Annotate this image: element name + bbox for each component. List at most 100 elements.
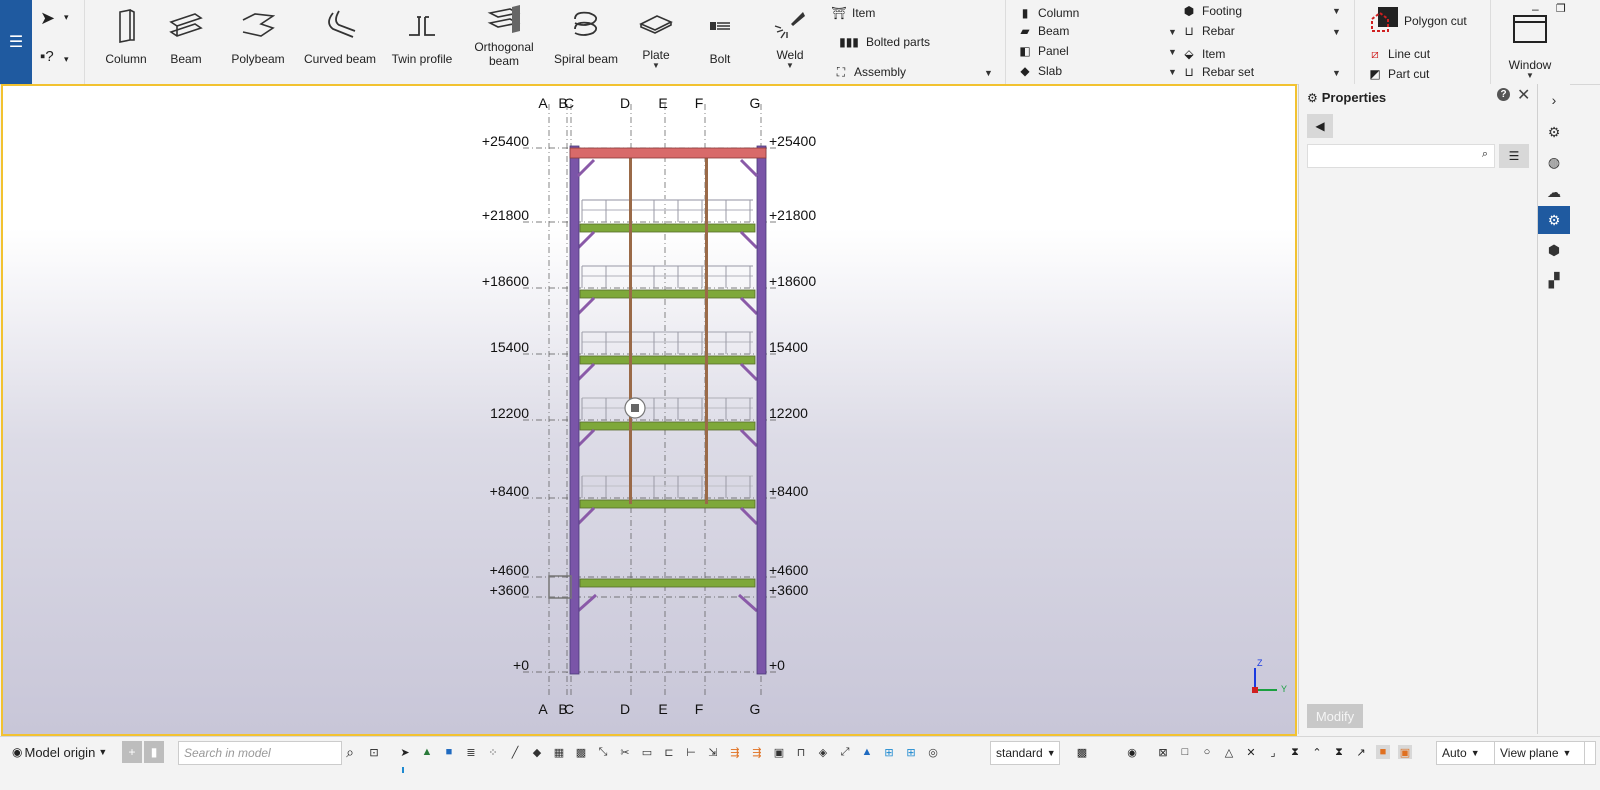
view-plane-dropdown[interactable]: View plane ▼ — [1494, 741, 1590, 765]
select-bolt-group-icon[interactable]: ⊏ — [662, 745, 676, 759]
chevron-down-icon[interactable]: ▼ — [1168, 67, 1177, 77]
part-cut-button[interactable]: ◩ Part cut — [1368, 65, 1429, 83]
snap-plane-icon[interactable]: ▣ — [1398, 745, 1412, 759]
twin-profile-button[interactable]: Twin profile — [390, 0, 454, 84]
weld-button[interactable]: Weld ▼ — [768, 0, 812, 84]
snap-line-extension-icon[interactable]: ⧗ — [1288, 745, 1302, 759]
select-points-icon[interactable]: ⁘ — [486, 745, 500, 759]
snap-free-icon[interactable]: ↗ — [1354, 745, 1368, 759]
tab-properties[interactable]: ⚙ — [1538, 206, 1570, 234]
select-grid-icon[interactable]: ▦ — [552, 745, 566, 759]
add-origin-button[interactable]: + — [122, 741, 142, 763]
line-cut-button[interactable]: ⧄ Line cut — [1368, 45, 1430, 63]
select-pour-break-icon[interactable]: ▣ — [772, 745, 786, 759]
item-button[interactable]: ⛩ Item — [831, 4, 875, 22]
concrete-beam-button[interactable]: ▰ Beam — [1018, 22, 1069, 40]
polybeam-button[interactable]: Polybeam — [230, 0, 286, 84]
snap-geometry-icon[interactable]: □ — [1178, 745, 1192, 759]
select-component-icon[interactable]: ■ — [442, 745, 456, 759]
delete-origin-button[interactable]: ▮ — [144, 741, 164, 763]
column-button[interactable]: Column — [104, 0, 148, 84]
snap-perpendicular-icon[interactable]: ⌟ — [1266, 745, 1280, 759]
snap-center-icon[interactable]: ○ — [1200, 745, 1214, 759]
curved-beam-button[interactable]: Curved beam — [304, 0, 376, 84]
select-reinforcement-icon[interactable]: ⇲ — [706, 745, 720, 759]
search-icon[interactable]: ⌕ — [343, 744, 357, 760]
select-weld-icon[interactable]: ⤡ — [596, 745, 610, 759]
modify-button[interactable]: Modify — [1307, 704, 1363, 728]
select-object-icon[interactable]: ◆ — [530, 745, 544, 759]
chevron-down-icon[interactable]: ▾ — [64, 54, 69, 65]
chevron-down-icon[interactable]: ▼ — [1332, 6, 1341, 16]
chevron-down-icon[interactable]: ▼ — [786, 62, 794, 70]
select-pour-icon[interactable]: ⇶ — [750, 745, 764, 759]
model-viewport[interactable]: A A B B C C D D E E F F G G +25400 +25400 +21800 +21800 +1… — [1, 84, 1297, 736]
properties-search-input[interactable]: ⌕ — [1307, 144, 1495, 168]
chevron-down-icon[interactable]: ▼ — [1168, 47, 1177, 57]
select-surface-icon[interactable]: ⇶ — [728, 745, 742, 759]
select-line-icon[interactable]: ╱ — [508, 745, 522, 759]
close-icon[interactable]: ✕ — [1517, 85, 1530, 105]
window-button[interactable]: Window ▼ — [1500, 0, 1560, 84]
footing-button[interactable]: ⬢ Footing — [1182, 2, 1242, 20]
select-grid-line-icon[interactable]: ▩ — [574, 745, 588, 759]
orthogonal-beam-button[interactable]: Orthogonal beam — [470, 0, 538, 84]
select-pour-object-icon[interactable]: ⊓ — [794, 745, 808, 759]
tab-settings-help[interactable]: ⚙ — [1538, 118, 1570, 146]
properties-menu-button[interactable]: ☰ — [1499, 144, 1529, 168]
structure-model[interactable]: AABBCCDDEEFFGG+25400 +25400+21800 +21800+1… — [3, 86, 1295, 734]
chevron-down-icon[interactable]: ▼ — [1332, 27, 1341, 37]
polygon-cut-button[interactable]: Polygon cut — [1366, 4, 1467, 38]
select-direction-icon[interactable]: ⤢ — [838, 745, 852, 759]
chevron-down-icon[interactable]: ▼ — [1526, 72, 1534, 80]
chevron-down-icon[interactable]: ▼ — [1332, 68, 1341, 78]
select-part-icon[interactable]: ▲ — [420, 745, 434, 759]
rebar-set-button[interactable]: ⊔ Rebar set — [1182, 63, 1254, 81]
spiral-beam-button[interactable]: Spiral beam — [554, 0, 618, 84]
standard-dropdown[interactable]: standard ▼ — [990, 741, 1060, 765]
snap-nearest-icon[interactable]: ⌃ — [1310, 745, 1324, 759]
restore-icon[interactable]: ❐ — [1556, 2, 1566, 15]
snap-reference-icon[interactable]: ⊠ — [1156, 745, 1170, 759]
select-group-icon[interactable]: ⊞ — [882, 745, 896, 759]
back-button[interactable]: ◀ — [1307, 114, 1333, 138]
slab-button[interactable]: ◆ Slab — [1018, 62, 1062, 80]
select-assembly-icon[interactable]: ≣ — [464, 745, 478, 759]
bolted-parts-button[interactable]: ▮▮▮ Bolted parts — [838, 33, 930, 51]
select-arrow-icon[interactable]: ➤ — [40, 8, 55, 29]
rebar-button[interactable]: ⊔ Rebar — [1182, 22, 1234, 40]
chevron-down-icon[interactable]: ▼ — [1168, 27, 1177, 37]
model-search-input[interactable]: Search in model — [178, 741, 342, 765]
auto-dropdown[interactable]: Auto ▼ — [1436, 741, 1498, 765]
snap-override-icon[interactable]: ■ — [1376, 745, 1390, 759]
select-plane-icon[interactable]: ◈ — [816, 745, 830, 759]
tab-applications[interactable]: ▞ — [1538, 266, 1570, 294]
more-options[interactable] — [1584, 741, 1596, 765]
select-nested-icon[interactable]: ⊞ — [904, 745, 918, 759]
chevron-down-icon[interactable]: ▼ — [984, 68, 993, 78]
select-drawing-icon[interactable]: ◎ — [926, 745, 940, 759]
tab-cloud[interactable]: ☁ — [1538, 178, 1570, 206]
model-origin-dropdown[interactable]: ◉ Model origin ▼ — [12, 742, 107, 762]
snap-intersection-icon[interactable]: ✕ — [1244, 745, 1258, 759]
collapse-panel-button[interactable]: › — [1538, 86, 1570, 114]
snap-midpoint-icon[interactable]: △ — [1222, 745, 1236, 759]
tab-web[interactable]: ◍ — [1538, 148, 1570, 176]
tab-catalog[interactable]: ⬢ — [1538, 236, 1570, 264]
minimize-icon[interactable]: – — [1532, 2, 1539, 16]
panel-button[interactable]: ◧ Panel — [1018, 42, 1068, 60]
bolt-button[interactable]: Bolt — [700, 0, 740, 84]
select-view-icon[interactable]: ▭ — [640, 745, 654, 759]
select-task-icon[interactable]: ▲ — [860, 745, 874, 759]
chevron-down-icon[interactable]: ▾ — [64, 12, 69, 23]
select-cut-icon[interactable]: ✂ — [618, 745, 632, 759]
select-bolt-icon[interactable]: ⊢ — [684, 745, 698, 759]
snap-help-icon[interactable]: ▪? — [40, 48, 54, 65]
plate-button[interactable]: Plate ▼ — [634, 0, 678, 84]
search-options-icon[interactable]: ⊡ — [367, 745, 381, 759]
app-menu-button[interactable]: ☰ — [0, 0, 32, 84]
rebar-item-button[interactable]: ⬙ Item — [1182, 45, 1225, 63]
select-pointer-icon[interactable]: ➤ — [398, 745, 412, 759]
chevron-down-icon[interactable]: ▼ — [652, 62, 660, 70]
concrete-column-button[interactable]: ▮ Column — [1018, 4, 1080, 22]
